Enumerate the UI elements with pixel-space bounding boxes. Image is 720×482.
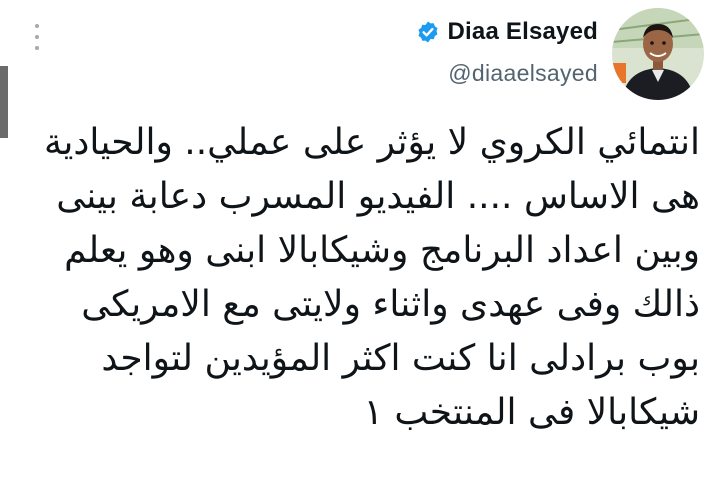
verified-badge-icon <box>418 21 437 43</box>
tweet-text: انتمائي الكروي لا يؤثر على عملي.. والحيا… <box>10 116 700 440</box>
more-options-icon[interactable] <box>30 24 44 50</box>
avatar-image <box>612 8 704 100</box>
avatar[interactable] <box>612 8 704 100</box>
tweet-text-line: وبين اعداد البرنامج وشيكابالا ابنى وهو ي… <box>64 230 700 271</box>
tweet-header: Diaa Elsayed @diaaelsayed <box>416 8 704 100</box>
author-handle[interactable]: @diaaelsayed <box>448 60 598 87</box>
tweet-text-line: بوب برادلى انا كنت اكثر المؤيدين لتواجد <box>101 338 700 379</box>
tweet-card: Diaa Elsayed @diaaelsayed انتمائي الكروي… <box>0 0 720 482</box>
tweet-text-line: هى الاساس .... الفيديو المسرب دعابة بينى <box>56 176 700 217</box>
dot <box>35 46 39 50</box>
tweet-text-line: انتمائي الكروي لا يؤثر على عملي.. والحيا… <box>44 122 700 163</box>
name-row: Diaa Elsayed <box>416 18 599 46</box>
tweet-text-line: ذالك وفى عهدى واثناء ولايتى مع الامريكى <box>81 284 700 325</box>
dot <box>35 24 39 28</box>
author-display-name[interactable]: Diaa Elsayed <box>448 18 599 46</box>
tweet-text-line: شيكابالا فى المنتخب ١ <box>363 392 700 433</box>
scroll-indicator <box>0 66 8 138</box>
author-names: Diaa Elsayed @diaaelsayed <box>416 18 599 87</box>
dot <box>35 35 39 39</box>
